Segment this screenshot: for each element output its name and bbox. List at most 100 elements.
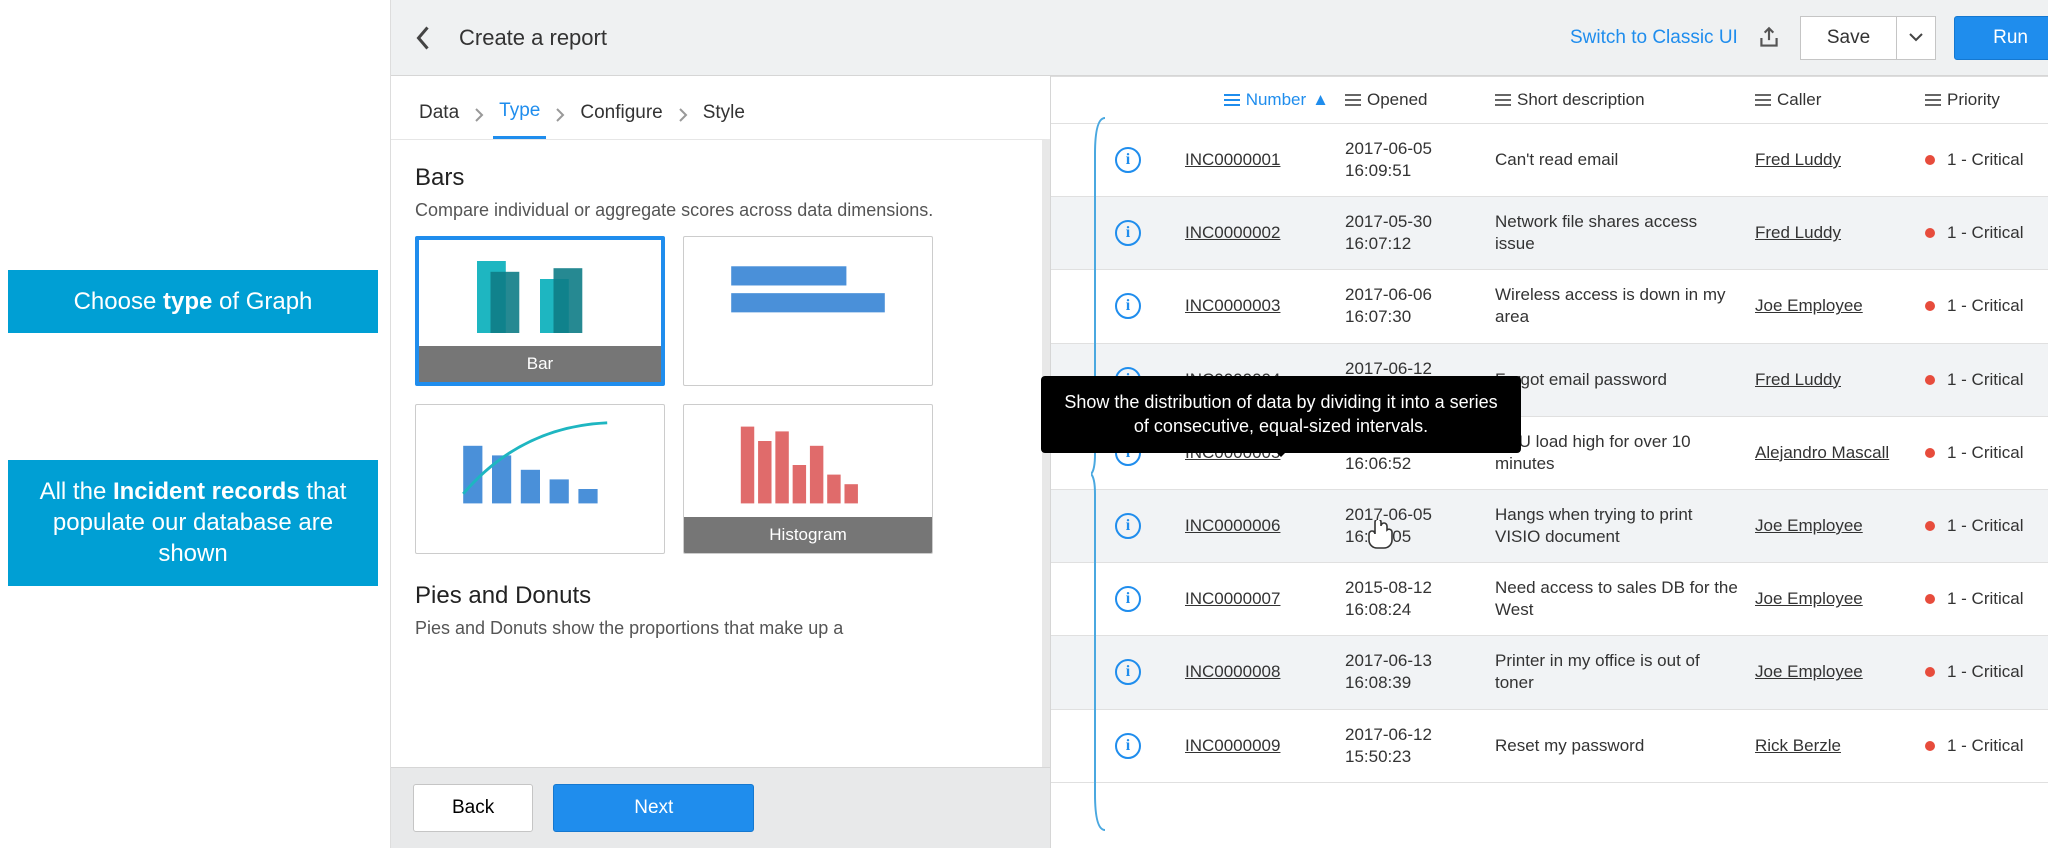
- caller-link[interactable]: Joe Employee: [1755, 662, 1863, 682]
- incident-link[interactable]: INC0000009: [1185, 736, 1280, 756]
- short-desc-cell: Forgot email password: [1487, 363, 1747, 397]
- section-pies-heading: Pies and Donuts: [415, 582, 1018, 610]
- priority-dot-icon: [1925, 155, 1935, 165]
- crumb-type[interactable]: Type: [493, 94, 546, 139]
- incident-link[interactable]: INC0000002: [1185, 223, 1280, 243]
- col-number[interactable]: Number ▲: [1177, 84, 1337, 116]
- info-icon[interactable]: i: [1115, 733, 1141, 759]
- hamburger-icon: [1495, 94, 1511, 106]
- priority-cell: 1 - Critical: [1917, 217, 2048, 249]
- caller-link[interactable]: Alejandro Mascall: [1755, 443, 1889, 463]
- opened-cell: 2017-05-3016:07:12: [1337, 205, 1487, 261]
- incident-link[interactable]: INC0000008: [1185, 662, 1280, 682]
- info-icon[interactable]: i: [1115, 293, 1141, 319]
- section-pies-desc: Pies and Donuts show the proportions tha…: [415, 616, 1018, 640]
- col-short-description[interactable]: Short description: [1487, 84, 1747, 116]
- incident-link[interactable]: INC0000007: [1185, 589, 1280, 609]
- table-row: i INC0000006 2017-06-0516:08:05Hangs when …: [1051, 490, 2048, 563]
- info-icon[interactable]: i: [1115, 659, 1141, 685]
- records-pane: Number ▲ Opened Short description: [1051, 76, 2048, 848]
- tile-histogram[interactable]: Histogram: [683, 404, 933, 554]
- crumb-data[interactable]: Data: [413, 96, 465, 138]
- priority-cell: 1 - Critical: [1917, 583, 2048, 615]
- table-row: i INC0000001 2017-06-0516:09:51Can't read …: [1051, 124, 2048, 197]
- chevron-right-icon: [677, 106, 689, 128]
- save-button[interactable]: Save: [1800, 16, 1897, 60]
- priority-dot-icon: [1925, 667, 1935, 677]
- type-scroll-area[interactable]: Bars Compare individual or aggregate sco…: [391, 139, 1050, 848]
- brace-decoration: [1091, 114, 1107, 834]
- incident-link[interactable]: INC0000001: [1185, 150, 1280, 170]
- chevron-right-icon: [473, 106, 485, 128]
- opened-cell: 2017-06-1316:08:39: [1337, 644, 1487, 700]
- table-row: i INC0000002 2017-05-3016:07:12Network fil…: [1051, 197, 2048, 270]
- caller-link[interactable]: Joe Employee: [1755, 589, 1863, 609]
- incident-link[interactable]: INC0000006: [1185, 516, 1280, 536]
- priority-dot-icon: [1925, 375, 1935, 385]
- hamburger-icon: [1755, 94, 1771, 106]
- table-row: iINC00000072015-08-1216:08:24Need access…: [1051, 563, 2048, 636]
- info-icon[interactable]: i: [1115, 586, 1141, 612]
- tile-bar[interactable]: Bar: [415, 236, 665, 386]
- type-chooser-pane: Data Type Configure Style Bars Compare i…: [391, 76, 1051, 848]
- opened-cell: 2017-06-0516:09:51: [1337, 132, 1487, 188]
- save-dropdown[interactable]: [1897, 16, 1936, 60]
- crumb-configure[interactable]: Configure: [574, 96, 668, 138]
- wizard-footer: Back Next: [391, 767, 1050, 848]
- col-priority[interactable]: Priority: [1917, 84, 2048, 116]
- priority-dot-icon: [1925, 228, 1935, 238]
- run-button[interactable]: Run: [1954, 16, 2048, 60]
- priority-dot-icon: [1925, 594, 1935, 604]
- priority-dot-icon: [1925, 301, 1935, 311]
- short-desc-cell: Hangs when trying to print VISIO documen…: [1487, 498, 1747, 554]
- hamburger-icon: [1345, 94, 1361, 106]
- annotation-records: All the Incident records that populate o…: [8, 460, 378, 586]
- info-icon[interactable]: i: [1115, 513, 1141, 539]
- tile-horizontal-bar[interactable]: [683, 236, 933, 386]
- short-desc-cell: CPU load high for over 10 minutes: [1487, 425, 1747, 481]
- short-desc-cell: Can't read email: [1487, 143, 1747, 177]
- annotation-choose-type: Choose type of Graph: [8, 270, 378, 333]
- tile-bar-label: Bar: [419, 346, 661, 382]
- chevron-right-icon: [554, 106, 566, 128]
- col-caller[interactable]: Caller: [1747, 84, 1917, 116]
- back-button[interactable]: [409, 24, 437, 52]
- short-desc-cell: Network file shares access issue: [1487, 205, 1747, 261]
- col-opened[interactable]: Opened: [1337, 84, 1487, 116]
- hamburger-icon: [1224, 94, 1240, 106]
- caller-link[interactable]: Joe Employee: [1755, 516, 1863, 536]
- crumb-style[interactable]: Style: [697, 96, 751, 138]
- priority-cell: 1 - Critical: [1917, 656, 2048, 688]
- info-icon[interactable]: i: [1115, 220, 1141, 246]
- section-bars-heading: Bars: [415, 164, 1018, 192]
- opened-cell: 2017-06-0516:08:05: [1337, 498, 1487, 554]
- tile-histogram-label: Histogram: [684, 517, 932, 553]
- back-button[interactable]: Back: [413, 784, 533, 832]
- caller-link[interactable]: Fred Luddy: [1755, 223, 1841, 243]
- opened-cell: 2017-06-0616:07:30: [1337, 278, 1487, 334]
- incident-link[interactable]: INC0000003: [1185, 296, 1280, 316]
- caller-link[interactable]: Rick Berzle: [1755, 736, 1841, 756]
- next-button[interactable]: Next: [553, 784, 754, 832]
- caller-link[interactable]: Fred Luddy: [1755, 150, 1841, 170]
- app-header: Create a report Switch to Classic UI Sav…: [391, 0, 2048, 76]
- table-row: iINC00000032017-06-0616:07:30Wireless ac…: [1051, 270, 2048, 343]
- short-desc-cell: Printer in my office is out of toner: [1487, 644, 1747, 700]
- switch-classic-link[interactable]: Switch to Classic UI: [1570, 27, 1738, 49]
- priority-dot-icon: [1925, 448, 1935, 458]
- share-icon[interactable]: [1756, 25, 1782, 51]
- tile-pareto[interactable]: [415, 404, 665, 554]
- info-icon[interactable]: i: [1115, 147, 1141, 173]
- priority-dot-icon: [1925, 521, 1935, 531]
- short-desc-cell: Reset my password: [1487, 729, 1747, 763]
- short-desc-cell: Need access to sales DB for the West: [1487, 571, 1747, 627]
- wizard-breadcrumb: Data Type Configure Style: [391, 76, 1050, 139]
- priority-cell: 1 - Critical: [1917, 730, 2048, 762]
- incident-table: Number ▲ Opened Short description: [1051, 76, 2048, 848]
- caller-link[interactable]: Joe Employee: [1755, 296, 1863, 316]
- priority-cell: 1 - Critical: [1917, 437, 2048, 469]
- caller-link[interactable]: Fred Luddy: [1755, 370, 1841, 390]
- annotation-panel: Choose type of Graph All the Incident re…: [0, 0, 390, 848]
- opened-cell: 2017-06-1215:50:23: [1337, 718, 1487, 774]
- priority-cell: 1 - Critical: [1917, 144, 2048, 176]
